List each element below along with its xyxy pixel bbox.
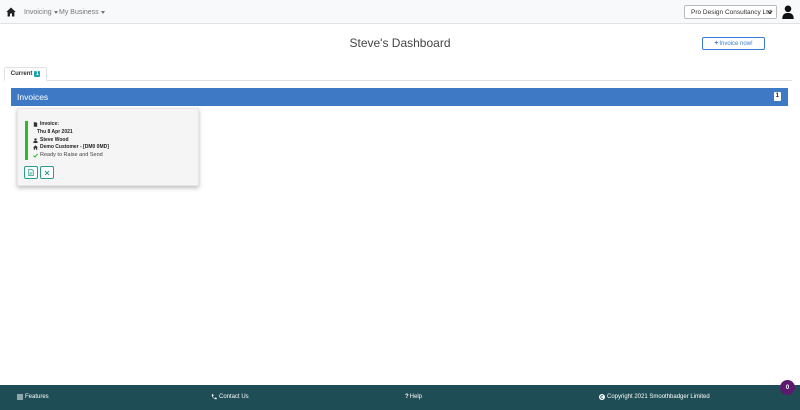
company-select-value: Pro Design Consultancy Ltd bbox=[691, 8, 772, 16]
footer-copyright: Copyright 2021 Smoothbadger Limited bbox=[599, 394, 710, 400]
invoice-customer-line: Demo Customer - [DM0 0MD] bbox=[33, 144, 109, 150]
new-invoice-label: Invoice now! bbox=[719, 40, 753, 47]
document-icon bbox=[33, 121, 38, 127]
footer-contact-label: Contact Us bbox=[219, 394, 249, 400]
document-icon bbox=[28, 169, 34, 176]
invoice-date: Thu 8 Apr 2021 bbox=[37, 129, 73, 135]
invoice-person: Steve Wood bbox=[40, 137, 69, 143]
invoices-panel-header: Invoices 1 bbox=[11, 88, 788, 106]
chevron-down-icon bbox=[767, 10, 773, 14]
tab-current[interactable]: Current 1 bbox=[4, 67, 47, 81]
caret-down-icon bbox=[100, 10, 105, 14]
tab-count-badge: 1 bbox=[34, 71, 41, 77]
page-title: Steve's Dashboard bbox=[349, 36, 451, 50]
footer-contact-link[interactable]: Contact Us bbox=[211, 394, 249, 400]
my-business-menu-label: My Business bbox=[59, 8, 99, 16]
delete-invoice-button[interactable] bbox=[40, 166, 54, 179]
invoice-person-line: Steve Wood bbox=[33, 137, 69, 143]
view-invoice-button[interactable] bbox=[24, 166, 38, 179]
user-icon bbox=[33, 137, 38, 143]
footer: Features Contact Us ? Help Copyright 202… bbox=[0, 385, 800, 410]
invoices-count-badge: 1 bbox=[773, 92, 781, 101]
invoice-type-label: Invoice: bbox=[40, 121, 59, 127]
invoice-type-line: Invoice: bbox=[33, 121, 59, 127]
invoice-card[interactable]: Invoice: Thu 8 Apr 2021 Steve Wood Demo … bbox=[17, 108, 199, 186]
home-icon bbox=[33, 144, 38, 150]
copyright-icon bbox=[599, 394, 605, 400]
invoicing-menu-label: Invoicing bbox=[24, 8, 52, 16]
notification-badge[interactable]: 0 bbox=[780, 380, 795, 395]
invoice-status: Ready to Raise and Send bbox=[40, 152, 103, 158]
list-icon bbox=[17, 394, 23, 400]
invoice-customer: Demo Customer - [DM0 0MD] bbox=[40, 144, 109, 150]
invoices-panel-title: Invoices bbox=[17, 92, 49, 102]
check-icon bbox=[33, 153, 38, 158]
footer-copyright-label: Copyright 2021 Smoothbadger Limited bbox=[607, 394, 710, 400]
invoicing-menu[interactable]: Invoicing bbox=[24, 0, 58, 24]
close-icon bbox=[44, 170, 50, 175]
footer-features-link[interactable]: Features bbox=[17, 394, 49, 400]
footer-help-link[interactable]: ? Help bbox=[405, 394, 422, 400]
question-icon: ? bbox=[405, 394, 409, 400]
phone-icon bbox=[211, 394, 217, 400]
invoice-status-line: Ready to Raise and Send bbox=[33, 152, 103, 158]
caret-down-icon bbox=[53, 10, 58, 14]
tabs-divider bbox=[4, 80, 792, 81]
status-indicator-bar bbox=[25, 121, 28, 160]
home-icon[interactable] bbox=[6, 7, 16, 17]
tab-current-label: Current bbox=[10, 71, 33, 77]
company-select[interactable]: Pro Design Consultancy Ltd bbox=[684, 5, 777, 19]
footer-help-label: Help bbox=[409, 394, 423, 400]
top-navbar: Invoicing My Business Pro Design Consult… bbox=[0, 0, 800, 24]
plus-icon: + bbox=[714, 40, 719, 47]
user-icon[interactable] bbox=[782, 5, 794, 19]
my-business-menu[interactable]: My Business bbox=[59, 0, 105, 24]
footer-features-label: Features bbox=[25, 394, 49, 400]
new-invoice-button[interactable]: + Invoice now! bbox=[702, 37, 765, 50]
